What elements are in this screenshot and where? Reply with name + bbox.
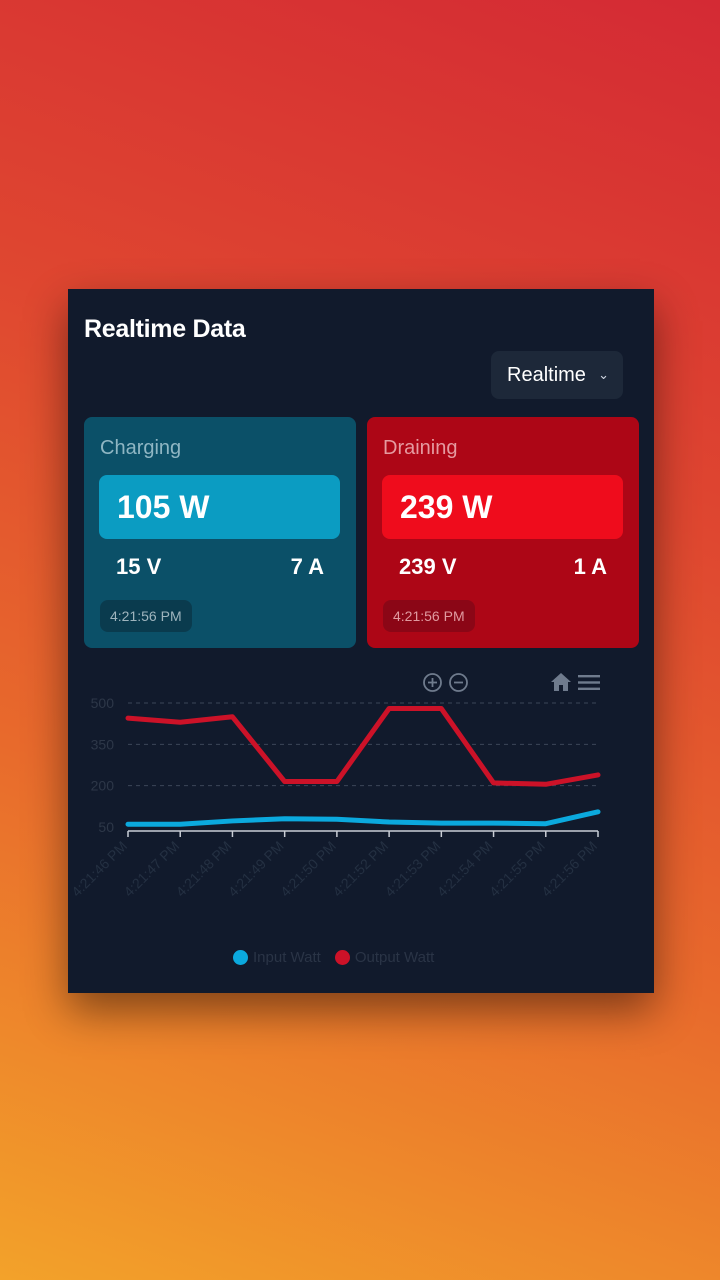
input-watt-point (231, 820, 233, 822)
line-chart: 500 350 200 50 4:21:46 PM4:21:47 PM4:21:48 P… (68, 695, 601, 900)
y-tick-label: 200 (91, 778, 115, 794)
output-watt-point (284, 781, 286, 783)
legend-item-output[interactable]: Output Watt (334, 949, 435, 966)
x-tick-label: 4:21:53 PM (382, 838, 444, 900)
input-watt-point (440, 822, 442, 824)
output-watt-point (231, 716, 233, 718)
x-tick-label: 4:21:54 PM (434, 838, 496, 900)
output-watt-point (597, 774, 599, 776)
output-watt-point (127, 717, 129, 719)
output-watt-line (125, 706, 601, 787)
chart-area: 500 350 200 50 4:21:46 PM 4:21:47 PM 4:21:48 P… (68, 289, 654, 993)
x-tick-label: 4:21:47 PM (120, 838, 182, 900)
legend-input-swatch (233, 950, 248, 965)
output-watt-point (388, 708, 390, 710)
x-tick-label: 4:21:55 PM (486, 838, 548, 900)
output-watt-point (179, 721, 181, 723)
input-watt-line (125, 809, 601, 827)
chart-legend: Input Watt Output Watt (233, 949, 448, 966)
y-tick-label: 500 (91, 695, 115, 711)
input-watt-point (336, 818, 338, 820)
legend-input-label: Input Watt (253, 949, 321, 966)
input-watt-point (388, 821, 390, 823)
x-tick-label: 4:21:50 PM (277, 838, 339, 900)
legend-item-input[interactable]: Input Watt (233, 949, 321, 966)
y-tick-label: 50 (98, 819, 114, 835)
legend-output-label: Output Watt (354, 949, 435, 966)
input-watt-point (284, 818, 286, 820)
input-watt-point (127, 823, 129, 825)
output-watt-point (336, 781, 338, 783)
input-watt-point (179, 823, 181, 825)
realtime-data-card: Realtime Data Realtime ⌄ Charging 105 W … (68, 289, 654, 993)
x-tick-label: 4:21:56 PM (538, 838, 600, 900)
input-watt-point (545, 823, 547, 825)
output-watt-point (440, 708, 442, 710)
y-tick-label: 350 (91, 736, 115, 752)
output-watt-point (493, 782, 495, 784)
x-tick-label: 4:21:49 PM (225, 838, 287, 900)
input-watt-point (493, 822, 495, 824)
x-tick-label: 4:21:48 PM (173, 838, 235, 900)
legend-output-swatch (334, 950, 350, 965)
input-watt-point (597, 811, 599, 813)
output-watt-point (545, 783, 547, 785)
x-tick-label: 4:21:46 PM (68, 838, 130, 900)
x-tick-label: 4:21:52 PM (329, 838, 391, 900)
